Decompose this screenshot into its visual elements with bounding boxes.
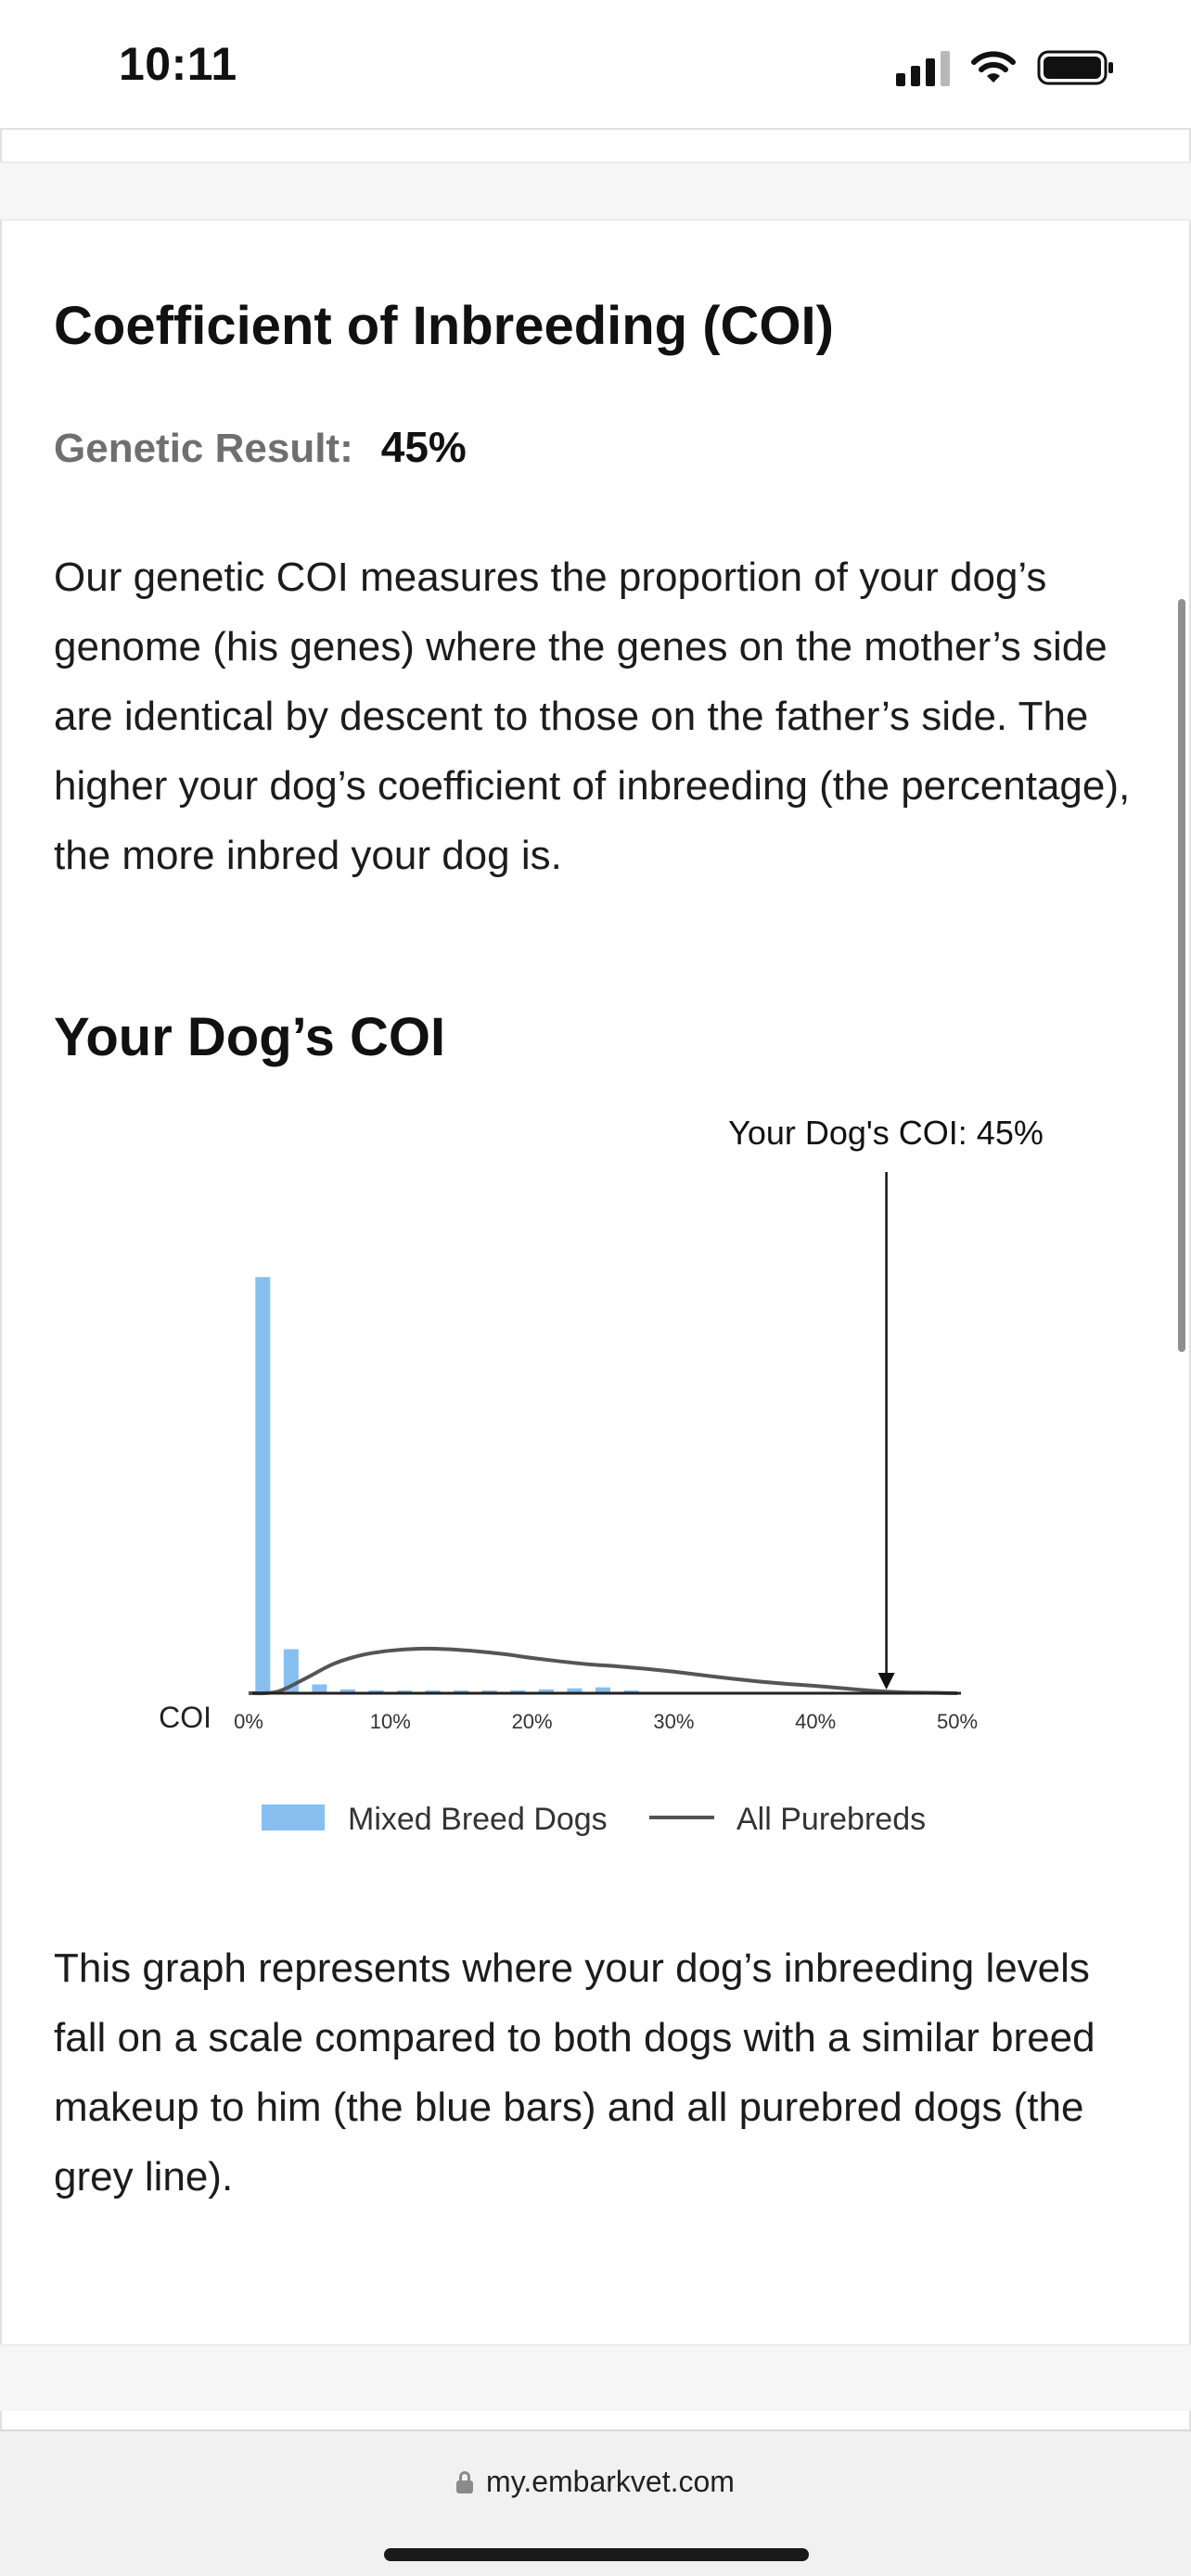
x-tick-label: 40% [795, 1710, 836, 1733]
legend-swatch-mixed [262, 1804, 325, 1830]
status-bar: 10:11 [0, 0, 1191, 130]
genetic-result-label: Genetic Result: [54, 426, 353, 471]
legend-label-mixed: Mixed Breed Dogs [348, 1802, 608, 1837]
cellular-signal-icon [896, 49, 950, 86]
lock-icon [456, 2470, 474, 2493]
home-indicator[interactable] [384, 2548, 809, 2561]
coi-description: Our genetic COI measures the proportion … [54, 555, 1131, 878]
section-title: Coefficient of Inbreeding (COI) [54, 296, 834, 356]
url-container[interactable]: my.embarkvet.com [0, 2465, 1191, 2499]
genetic-result: Genetic Result: 45% [54, 422, 467, 472]
url-text[interactable]: my.embarkvet.com [486, 2465, 735, 2499]
legend-label-purebreds: All Purebreds [736, 1802, 926, 1837]
x-tick-label: 20% [512, 1710, 553, 1733]
mixed-breed-bars [255, 1277, 639, 1693]
annotation-label: Your Dog's COI: 45% [728, 1114, 1044, 1152]
genetic-result-value: 45% [380, 423, 467, 471]
wifi-icon [970, 49, 1017, 86]
mixed-breed-bar [255, 1277, 271, 1693]
status-icons [896, 46, 1115, 89]
annotation-arrowhead [877, 1673, 895, 1690]
all-purebreds-line [248, 1646, 958, 1696]
x-tick-label: 30% [653, 1710, 694, 1733]
chart-heading: Your Dog’s COI [54, 1007, 446, 1067]
browser-address-bar[interactable]: my.embarkvet.com [0, 2429, 1191, 2576]
x-tick-label: 50% [937, 1710, 978, 1733]
x-tick-label: 10% [370, 1710, 411, 1733]
x-tick-label: 0% [234, 1710, 263, 1733]
status-time: 10:11 [119, 38, 237, 90]
battery-icon [1037, 49, 1115, 86]
section-divider-top [0, 161, 1191, 221]
section-divider-bottom [0, 2344, 1191, 2411]
x-axis-ticks: 0% 10% 20% 30% 40% 50% [234, 1710, 978, 1733]
x-axis-label: COI [159, 1701, 211, 1734]
coi-chart: Your Dog's COI: 45% COI 0% 10% 20% 30% 40% 50… [159, 1114, 1044, 1837]
chart-caption: This graph represents where your dog’s i… [54, 1945, 1095, 2200]
